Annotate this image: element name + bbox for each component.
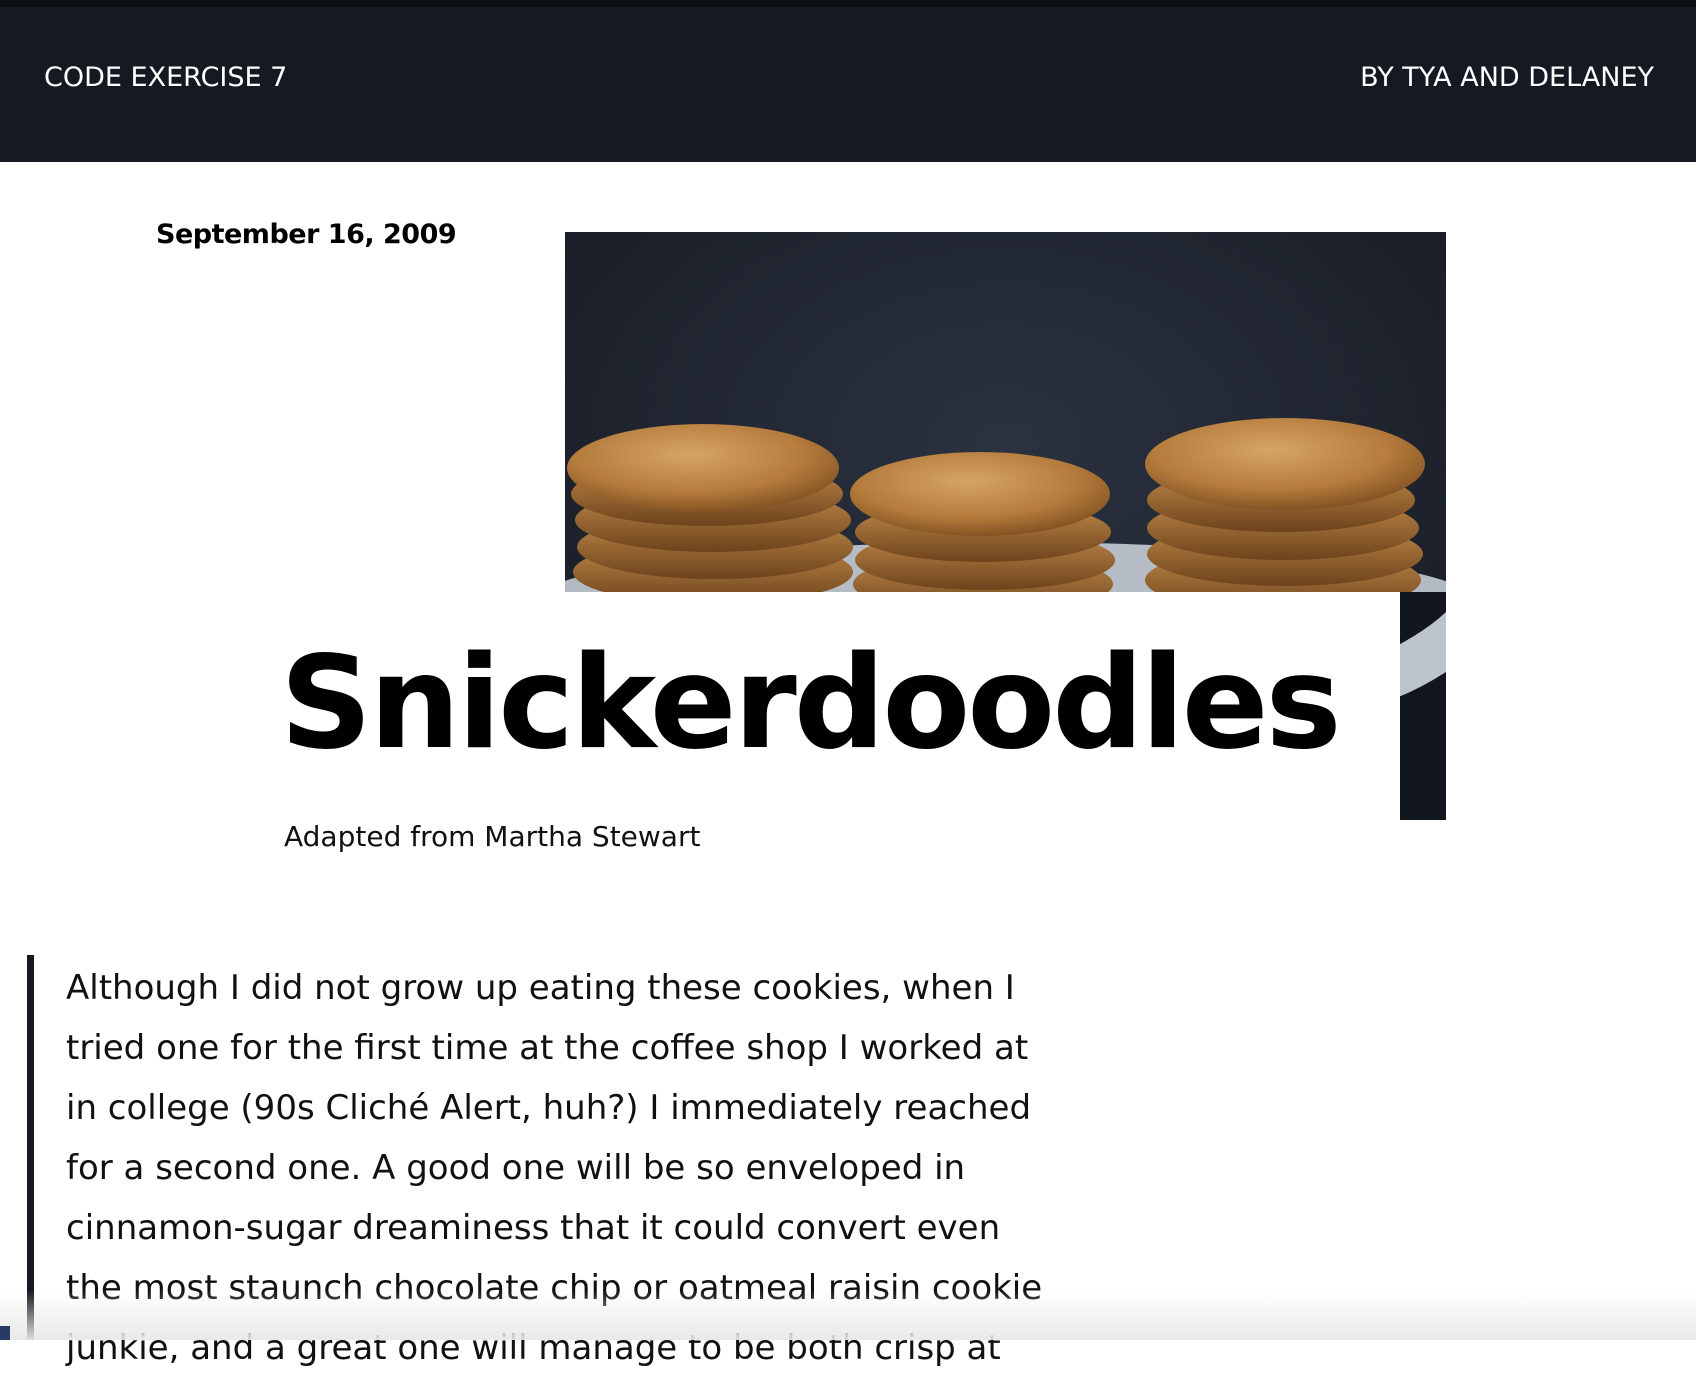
recipe-source: Adapted from Martha Stewart	[284, 820, 701, 853]
page-title: Snickerdoodles	[280, 629, 1342, 778]
post-date: September 16, 2009	[156, 219, 457, 250]
top-border	[0, 0, 1696, 7]
window-corner	[0, 1326, 10, 1340]
site-title-link[interactable]: CODE EXERCISE 7	[44, 62, 287, 93]
site-header: CODE EXERCISE 7 BY TYA AND DELANEY	[0, 7, 1696, 162]
scroll-fade	[0, 1290, 1696, 1340]
site-byline: BY TYA AND DELANEY	[1360, 62, 1654, 93]
intro-accent-bar	[27, 955, 34, 1340]
